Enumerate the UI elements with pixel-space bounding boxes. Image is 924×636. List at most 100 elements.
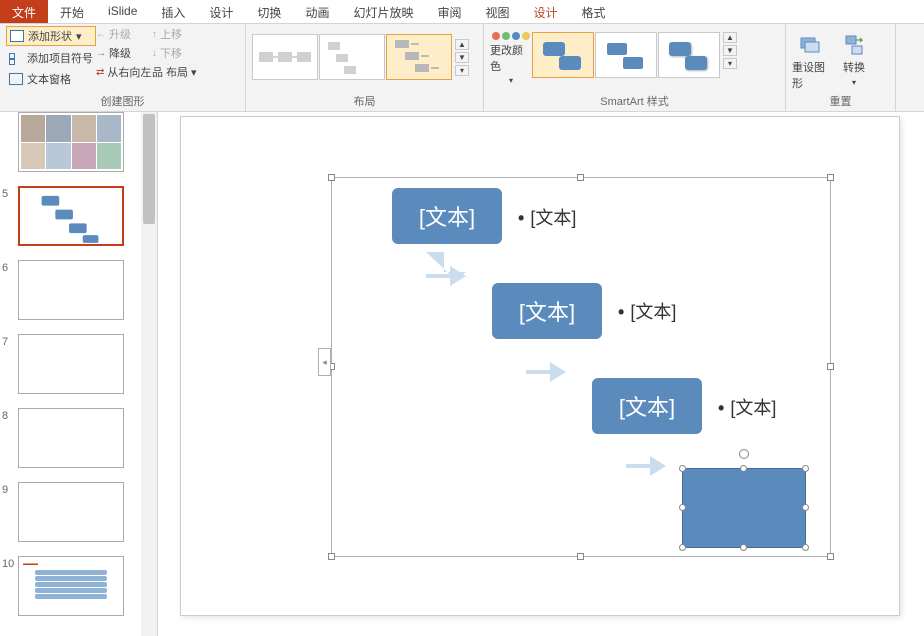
- reset-graphic-button[interactable]: 重设图形: [792, 32, 828, 91]
- smartart-bullet-3[interactable]: •[文本]: [718, 394, 776, 420]
- demote-label: 降级: [109, 45, 131, 61]
- gallery-more-icon[interactable]: ▾: [455, 65, 469, 76]
- dropdown-icon: ▾: [852, 78, 856, 87]
- resize-handle[interactable]: [740, 544, 747, 551]
- resize-handle[interactable]: [679, 465, 686, 472]
- style-more-icon[interactable]: ▾: [723, 58, 737, 69]
- demote-button[interactable]: → 降级: [96, 45, 152, 61]
- rtl-button[interactable]: ⇄ 从右向左: [96, 64, 152, 80]
- layout-gallery: ▲ ▼ ▾: [252, 26, 472, 80]
- add-shape-button[interactable]: 添加形状 ▾: [6, 26, 96, 46]
- tab-file[interactable]: 文件: [0, 0, 48, 23]
- gallery-down-icon[interactable]: ▼: [455, 52, 469, 63]
- scrollbar[interactable]: [141, 112, 157, 636]
- text-pane-label: 文本窗格: [27, 71, 71, 87]
- resize-handle[interactable]: [328, 553, 335, 560]
- slide-thumb-9[interactable]: [18, 482, 124, 542]
- style-option-1[interactable]: [532, 32, 594, 78]
- scrollbar-thumb[interactable]: [143, 114, 155, 224]
- slide-thumb-4[interactable]: [18, 112, 124, 172]
- thumb-number: 8: [2, 408, 18, 422]
- arrow-left-icon: ←: [96, 29, 106, 40]
- tab-smartart-design[interactable]: 设计: [522, 0, 570, 23]
- tab-design[interactable]: 设计: [197, 0, 245, 23]
- tab-format[interactable]: 格式: [570, 0, 618, 23]
- move-down-button[interactable]: ↓ 下移: [152, 45, 220, 61]
- resize-handle[interactable]: [679, 544, 686, 551]
- dropdown-icon: ▾: [191, 66, 197, 79]
- thumb-content: [21, 115, 121, 169]
- smartart-frame[interactable]: ◂ [文本] •[文本] [文本] •[文本] [文本] •[文本]: [331, 177, 831, 557]
- style-option-2[interactable]: [595, 32, 657, 78]
- tab-islide[interactable]: iSlide: [96, 0, 149, 23]
- thumb-number: 7: [2, 334, 18, 348]
- move-up-button[interactable]: ↑ 上移: [152, 26, 220, 42]
- resize-handle[interactable]: [577, 174, 584, 181]
- arrow-right-icon: →: [96, 48, 106, 59]
- bullet-icon: [9, 52, 23, 64]
- style-down-icon[interactable]: ▼: [723, 45, 737, 56]
- reset-icon: [798, 32, 822, 56]
- slide-canvas[interactable]: ◂ [文本] •[文本] [文本] •[文本] [文本] •[文本]: [158, 112, 924, 636]
- smartart-connector: [426, 252, 466, 292]
- resize-handle[interactable]: [827, 553, 834, 560]
- resize-handle[interactable]: [802, 465, 809, 472]
- style-gallery: ▲ ▼ ▾: [532, 26, 737, 78]
- group-create-label: 创建图形: [6, 91, 239, 111]
- resize-handle[interactable]: [802, 544, 809, 551]
- smartart-connector: [526, 348, 566, 388]
- slide-thumb-10[interactable]: ▬▬▬: [18, 556, 124, 616]
- slide-thumb-5[interactable]: [18, 186, 124, 246]
- resize-handle[interactable]: [740, 465, 747, 472]
- tab-view[interactable]: 视图: [473, 0, 521, 23]
- tab-slideshow[interactable]: 幻灯片放映: [341, 0, 425, 23]
- thumb-content: ▬▬▬: [21, 559, 121, 613]
- text-pane-toggle[interactable]: ◂: [318, 348, 331, 376]
- add-bullet-button[interactable]: 添加项目符号: [6, 49, 96, 67]
- resize-handle[interactable]: [577, 553, 584, 560]
- promote-label: 升级: [109, 26, 131, 42]
- rtl-icon: ⇄: [96, 67, 104, 78]
- text-pane-button[interactable]: 文本窗格: [6, 70, 96, 88]
- tab-animations[interactable]: 动画: [293, 0, 341, 23]
- slide-thumbnails-panel[interactable]: 5 6 7 8 9 10: [0, 112, 158, 636]
- layout-option-1[interactable]: [252, 34, 318, 80]
- layout-icon: 品: [152, 64, 163, 80]
- smartart-node-3[interactable]: [文本]: [592, 378, 702, 434]
- change-colors-label: 更改颜色: [490, 42, 532, 74]
- tab-insert[interactable]: 插入: [149, 0, 197, 23]
- smartart-bullet-1[interactable]: •[文本]: [518, 204, 576, 230]
- node-text: [文本]: [619, 390, 675, 422]
- smartart-node-1[interactable]: [文本]: [392, 188, 502, 244]
- thumb-number: 10: [2, 556, 18, 570]
- ribbon: 添加形状 ▾ 添加项目符号 文本窗格 ← 升级 →: [0, 24, 924, 112]
- smartart-node-2[interactable]: [文本]: [492, 283, 602, 339]
- tab-transitions[interactable]: 切换: [245, 0, 293, 23]
- thumb-number: 6: [2, 260, 18, 274]
- resize-handle[interactable]: [827, 174, 834, 181]
- tab-home[interactable]: 开始: [48, 0, 96, 23]
- resize-handle[interactable]: [328, 174, 335, 181]
- gallery-up-icon[interactable]: ▲: [455, 39, 469, 50]
- layout-option-3[interactable]: [386, 34, 452, 80]
- resize-handle[interactable]: [802, 504, 809, 511]
- move-up-label: 上移: [160, 26, 182, 42]
- slide-thumb-6[interactable]: [18, 260, 124, 320]
- smartart-bullet-2[interactable]: •[文本]: [618, 298, 676, 324]
- promote-button[interactable]: ← 升级: [96, 26, 152, 42]
- thumb-content: [22, 190, 120, 245]
- smartart-node-4-selected[interactable]: [682, 468, 806, 548]
- rotate-handle[interactable]: [739, 449, 749, 459]
- resize-handle[interactable]: [679, 504, 686, 511]
- group-layout-label: 布局: [252, 91, 477, 111]
- layout-button[interactable]: 品 布局 ▾: [152, 64, 220, 80]
- change-colors-button[interactable]: 更改颜色 ▾: [490, 26, 532, 85]
- slide-thumb-8[interactable]: [18, 408, 124, 468]
- resize-handle[interactable]: [827, 363, 834, 370]
- style-up-icon[interactable]: ▲: [723, 32, 737, 43]
- style-option-3[interactable]: [658, 32, 720, 78]
- layout-option-2[interactable]: [319, 34, 385, 80]
- tab-review[interactable]: 审阅: [425, 0, 473, 23]
- slide-thumb-7[interactable]: [18, 334, 124, 394]
- convert-button[interactable]: 转换 ▾: [836, 32, 872, 91]
